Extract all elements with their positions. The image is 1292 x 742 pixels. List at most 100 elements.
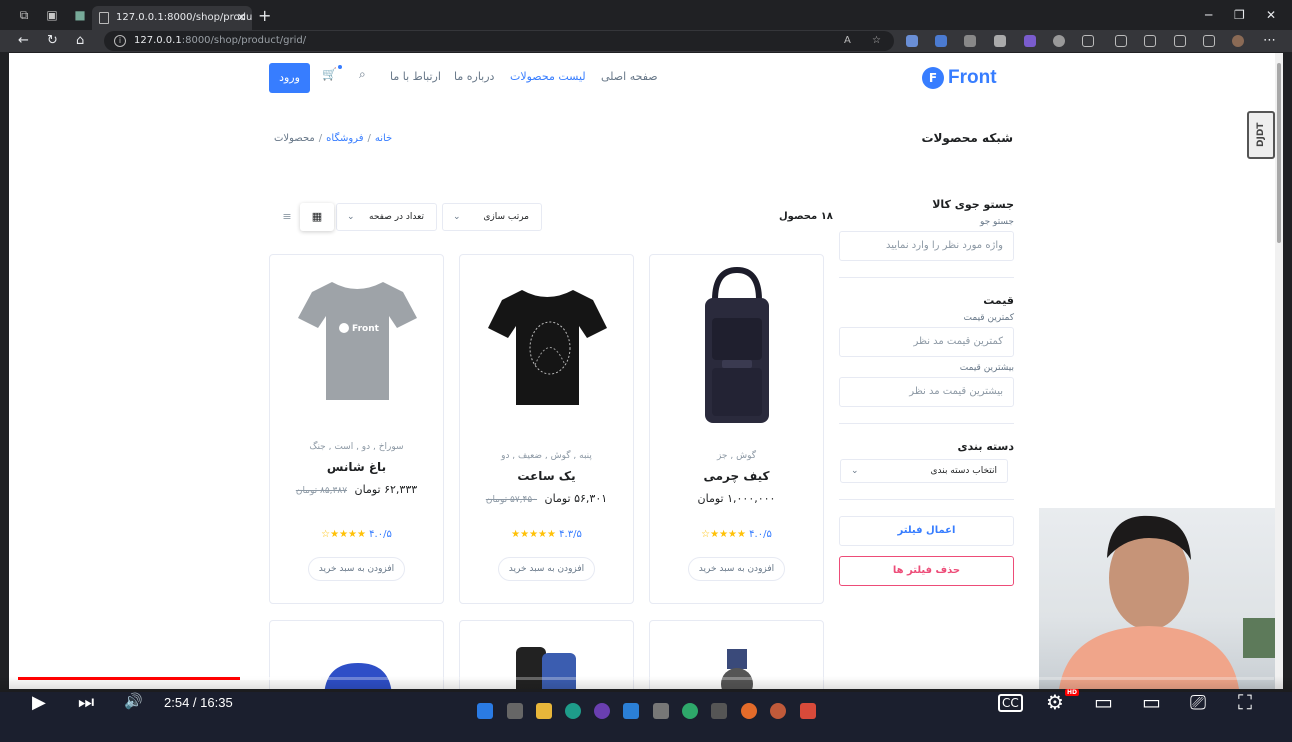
app-icon[interactable]	[800, 703, 816, 719]
apply-filter-button[interactable]: اعمال فیلتر	[839, 516, 1014, 546]
add-to-cart-button[interactable]: افزودن به سبد خرید	[308, 557, 405, 581]
more-menu-icon[interactable]: ⋯	[1263, 33, 1276, 48]
github-desktop-icon[interactable]	[594, 703, 610, 719]
settings-gear-icon[interactable]: ⚙	[1046, 690, 1064, 714]
video-progress-bar[interactable]	[18, 677, 1274, 680]
fullscreen-button[interactable]: ⛶	[1238, 690, 1252, 714]
product-name[interactable]: یک ساعت	[460, 469, 633, 483]
next-button[interactable]: ⏭	[78, 692, 94, 713]
profile-avatar[interactable]	[1232, 35, 1244, 47]
clear-filters-button[interactable]: حذف فیلتر ها	[839, 556, 1014, 586]
site-logo[interactable]: F Front	[922, 67, 997, 89]
nav-home[interactable]: صفحه اصلی	[601, 70, 658, 83]
product-categories: گوش , جز	[716, 451, 757, 461]
breadcrumb-shop[interactable]: فروشگاه	[326, 133, 363, 144]
product-card[interactable]: Front سوراخ , دو , است , جنگ باغ شانس ۶۲…	[269, 254, 444, 604]
search-input[interactable]: واژه مورد نظر را وارد نمایید	[839, 231, 1014, 261]
nav-products[interactable]: لیست محصولات	[510, 70, 586, 83]
url-host: 127.0.0.1	[134, 35, 182, 46]
add-to-cart-button[interactable]: افزودن به سبد خرید	[498, 557, 595, 581]
sort-select[interactable]: مرتب سازی ⌄	[442, 203, 542, 231]
extension-icon[interactable]	[906, 35, 918, 47]
product-price: ۵۶,۳۰۱ تومان ۵۷,۴۵۰ تومان	[460, 492, 633, 505]
file-explorer-icon[interactable]	[536, 703, 552, 719]
product-categories: سوراخ , دو , است , جنگ	[309, 442, 404, 452]
close-tab-icon[interactable]: ✕	[237, 6, 246, 30]
address-bar[interactable]: i 127.0.0.1:8000/shop/product/grid/ A ☆	[104, 31, 894, 51]
extensions-icon[interactable]	[1082, 35, 1094, 47]
rating-value: ۴.۰/۵	[369, 529, 392, 540]
extension-icon[interactable]	[964, 35, 976, 47]
cart-badge	[338, 65, 342, 69]
scrollbar-thumb[interactable]	[1277, 63, 1281, 243]
site-info-icon[interactable]: i	[114, 35, 126, 47]
new-tab-button[interactable]: +	[258, 6, 271, 25]
vscode-icon[interactable]	[623, 703, 639, 719]
search-icon[interactable]: ⌕	[359, 67, 366, 82]
add-to-cart-button[interactable]: افزودن به سبد خرید	[688, 557, 785, 581]
tab-active[interactable]: 127.0.0.1:8000/shop/product/gri ✕	[92, 6, 252, 30]
min-price-input[interactable]: کمترین قیمت مد نظر	[839, 327, 1014, 357]
back-button[interactable]: ←	[18, 33, 29, 48]
home-button[interactable]: ⌂	[76, 33, 84, 48]
product-name[interactable]: باغ شانس	[270, 460, 443, 474]
extension-icon[interactable]	[1053, 35, 1065, 47]
product-name[interactable]: کیف چرمی	[650, 469, 823, 483]
app-icon[interactable]	[682, 703, 698, 719]
cart-icon[interactable]: 🛒	[322, 65, 342, 83]
maximize-button[interactable]: ❐	[1234, 8, 1245, 22]
theater-mode-button[interactable]: ▭	[1142, 690, 1161, 714]
translate-icon[interactable]	[935, 35, 947, 47]
read-aloud-icon[interactable]: A	[844, 31, 851, 51]
nav-contact[interactable]: ارتباط با ما	[390, 70, 441, 83]
per-page-select[interactable]: تعداد در صفحه ⌄	[336, 203, 437, 231]
pinned-tab-icon[interactable]: ■	[72, 7, 88, 23]
split-screen-icon[interactable]	[1115, 35, 1127, 47]
debug-toolbar-handle[interactable]: DJDT	[1247, 111, 1275, 159]
extension-icon[interactable]	[994, 35, 1006, 47]
page-scrollbar[interactable]	[1275, 53, 1283, 689]
breadcrumb-separator: /	[318, 133, 323, 144]
grid-view-button[interactable]: ▦	[300, 203, 334, 231]
logo-mark: F	[922, 67, 944, 89]
browser-tab-bar: ⧉ ▣ ■ 127.0.0.1:8000/shop/product/gri ✕ …	[0, 0, 1292, 30]
captions-button[interactable]: CC	[998, 694, 1023, 712]
current-price: ۱,۰۰۰,۰۰۰ تومان	[697, 492, 776, 505]
taskview-icon[interactable]	[507, 703, 523, 719]
workspaces-icon[interactable]: ⧉	[16, 7, 32, 23]
presenter-image	[1059, 515, 1283, 689]
performance-icon[interactable]	[1203, 35, 1215, 47]
volume-button[interactable]: 🔊	[124, 692, 143, 710]
windows-start-icon[interactable]	[477, 703, 493, 719]
product-price: ۱,۰۰۰,۰۰۰ تومان	[650, 492, 823, 505]
rating-value: ۴.۳/۵	[559, 529, 582, 540]
breadcrumb-home[interactable]: خانه	[375, 133, 392, 144]
edge-browser-icon[interactable]	[565, 703, 581, 719]
tab-actions-icon[interactable]: ▣	[44, 7, 60, 23]
nav-about[interactable]: درباره ما	[454, 70, 494, 83]
category-select[interactable]: انتخاب دسته بندی ⌄	[840, 459, 1008, 483]
product-card[interactable]: گوش , جز کیف چرمی ۱,۰۰۰,۰۰۰ تومان ۴.۰/۵ …	[649, 254, 824, 604]
cast-button[interactable]: ⎚	[1190, 690, 1206, 714]
favorite-icon[interactable]: ☆	[872, 31, 881, 51]
reload-button[interactable]: ↻	[47, 33, 58, 48]
list-icon: ≡	[282, 210, 292, 223]
login-button[interactable]: ورود	[269, 63, 310, 93]
url-path: :8000/shop/product/grid/	[181, 35, 307, 46]
grid-icon: ▦	[311, 210, 323, 223]
favorites-icon[interactable]	[1144, 35, 1156, 47]
app-icon[interactable]	[770, 703, 786, 719]
product-card[interactable]: پنبه , گوش , ضعیف , دو یک ساعت ۵۶,۳۰۱ تو…	[459, 254, 634, 604]
minimize-button[interactable]: ─	[1205, 8, 1212, 22]
extension-icon[interactable]	[1024, 35, 1036, 47]
list-view-button[interactable]: ≡	[270, 203, 304, 231]
play-button[interactable]: ▶	[32, 692, 46, 713]
max-price-input[interactable]: بیشترین قیمت مد نظر	[839, 377, 1014, 407]
app-icon[interactable]	[741, 703, 757, 719]
terminal-icon[interactable]	[653, 703, 669, 719]
close-window-button[interactable]: ✕	[1266, 8, 1276, 22]
app-icon[interactable]	[711, 703, 727, 719]
miniplayer-button[interactable]: ▭	[1094, 690, 1113, 714]
collections-icon[interactable]	[1174, 35, 1186, 47]
search-label: جستو جو	[979, 217, 1014, 227]
